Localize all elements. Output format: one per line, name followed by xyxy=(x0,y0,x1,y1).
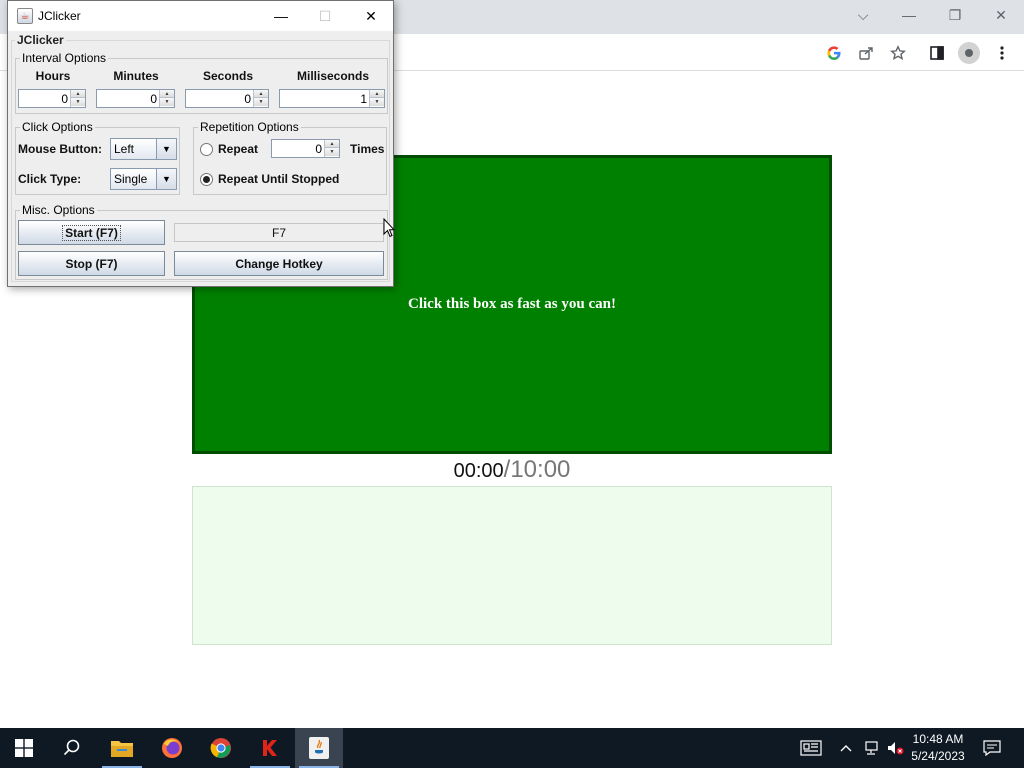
seconds-input[interactable] xyxy=(186,90,254,107)
mouse-button-label: Mouse Button: xyxy=(18,142,102,156)
hours-increment-icon[interactable]: ▲ xyxy=(71,90,85,98)
clock-time[interactable]: 10:48 AM xyxy=(908,732,968,746)
repeat-until-stopped-radio[interactable] xyxy=(200,173,213,186)
google-icon[interactable] xyxy=(823,42,845,64)
milliseconds-input[interactable] xyxy=(280,90,370,107)
chevron-up-icon[interactable] xyxy=(836,738,856,758)
jclicker-close-button[interactable]: ✕ xyxy=(348,1,394,31)
java-icon[interactable] xyxy=(295,728,343,768)
repetition-options-title: Repetition Options xyxy=(198,120,301,134)
sidebar-icon[interactable] xyxy=(926,42,948,64)
change-hotkey-button[interactable]: Change Hotkey xyxy=(174,251,384,276)
seconds-increment-icon[interactable]: ▲ xyxy=(254,90,268,98)
firefox-icon[interactable] xyxy=(148,728,196,768)
jclicker-minimize-button[interactable]: — xyxy=(258,1,304,31)
star-icon[interactable] xyxy=(887,42,909,64)
start-button[interactable]: Start (F7) xyxy=(18,220,165,245)
chrome-icon[interactable] xyxy=(197,728,245,768)
chevron-down-icon[interactable]: ▼ xyxy=(156,169,176,189)
hotkey-display: F7 xyxy=(174,223,384,242)
share-icon[interactable] xyxy=(855,42,877,64)
misc-options-title: Misc. Options xyxy=(20,203,97,217)
interval-options-title: Interval Options xyxy=(20,51,109,65)
repeat-increment-icon[interactable]: ▲ xyxy=(325,140,339,148)
repeat-radio[interactable] xyxy=(200,143,213,156)
hours-spinner[interactable]: ▲▼ xyxy=(18,89,86,108)
timer-elapsed: 00:00 xyxy=(453,460,504,482)
minutes-label: Minutes xyxy=(113,69,159,83)
jclicker-titlebar[interactable]: ☕ JClicker — ☐ ✕ xyxy=(8,1,393,31)
mouse-cursor-icon xyxy=(383,218,395,238)
stop-button[interactable]: Stop (F7) xyxy=(18,251,165,276)
notifications-icon[interactable] xyxy=(982,738,1002,758)
browser-restore-button[interactable]: ❐ xyxy=(932,0,978,30)
repeat-count-spinner[interactable]: ▲▼ xyxy=(271,139,340,158)
milliseconds-increment-icon[interactable]: ▲ xyxy=(370,90,384,98)
timer: 00:00/10:00 xyxy=(192,456,832,484)
mouse-button-value: Left xyxy=(114,142,135,156)
browser-minimize-button[interactable]: — xyxy=(886,0,932,30)
menu-icon[interactable] xyxy=(991,42,1013,64)
click-options-title: Click Options xyxy=(20,120,95,134)
windows-start-icon[interactable] xyxy=(0,728,48,768)
volume-muted-icon[interactable] xyxy=(885,738,905,758)
minutes-decrement-icon[interactable]: ▼ xyxy=(160,98,174,106)
stop-button-label: Stop (F7) xyxy=(65,256,118,271)
jclicker-window: ☕ JClicker — ☐ ✕ JClicker Interval Optio… xyxy=(7,0,394,287)
times-label: Times xyxy=(350,142,385,156)
jclicker-maximize-button: ☐ xyxy=(318,7,332,24)
seconds-spinner[interactable]: ▲▼ xyxy=(185,89,269,108)
search-icon[interactable] xyxy=(48,728,96,768)
results-box xyxy=(192,486,832,645)
java-app-icon: ☕ xyxy=(17,8,33,24)
hours-input[interactable] xyxy=(19,90,71,107)
jclicker-window-title: JClicker xyxy=(38,9,81,23)
click-type-select[interactable]: Single ▼ xyxy=(110,168,177,190)
click-type-label: Click Type: xyxy=(18,172,82,186)
network-icon[interactable] xyxy=(861,738,881,758)
seconds-decrement-icon[interactable]: ▼ xyxy=(254,98,268,106)
minutes-spinner[interactable]: ▲▼ xyxy=(96,89,175,108)
timer-total: 10:00 xyxy=(510,456,571,483)
news-widget-icon[interactable] xyxy=(800,738,822,758)
browser-close-button[interactable]: ✕ xyxy=(978,0,1024,30)
hours-label: Hours xyxy=(35,69,71,83)
milliseconds-decrement-icon[interactable]: ▼ xyxy=(370,98,384,106)
k-app-icon[interactable] xyxy=(246,728,294,768)
clock-date[interactable]: 5/24/2023 xyxy=(908,749,968,763)
file-explorer-icon[interactable] xyxy=(98,728,146,768)
minutes-increment-icon[interactable]: ▲ xyxy=(160,90,174,98)
repeat-until-stopped-label: Repeat Until Stopped xyxy=(218,172,340,186)
repeat-label: Repeat xyxy=(218,142,259,156)
tab-list-icon[interactable]: ⌵ xyxy=(840,0,886,30)
repeat-decrement-icon[interactable]: ▼ xyxy=(325,148,339,156)
minutes-input[interactable] xyxy=(97,90,160,107)
mouse-button-select[interactable]: Left ▼ xyxy=(110,138,177,160)
jclicker-panel-title: JClicker xyxy=(15,33,66,47)
milliseconds-label: Milliseconds xyxy=(296,69,370,83)
seconds-label: Seconds xyxy=(202,69,253,83)
click-box-label: Click this box as fast as you can! xyxy=(408,296,616,312)
hours-decrement-icon[interactable]: ▼ xyxy=(71,98,85,106)
milliseconds-spinner[interactable]: ▲▼ xyxy=(279,89,385,108)
taskbar: 10:48 AM 5/24/2023 xyxy=(0,728,1024,768)
click-type-value: Single xyxy=(114,172,148,186)
profile-icon[interactable] xyxy=(958,42,980,64)
change-hotkey-button-label: Change Hotkey xyxy=(235,256,323,271)
repeat-count-input[interactable] xyxy=(272,140,325,157)
chevron-down-icon[interactable]: ▼ xyxy=(156,139,176,159)
start-button-label: Start (F7) xyxy=(62,224,121,241)
